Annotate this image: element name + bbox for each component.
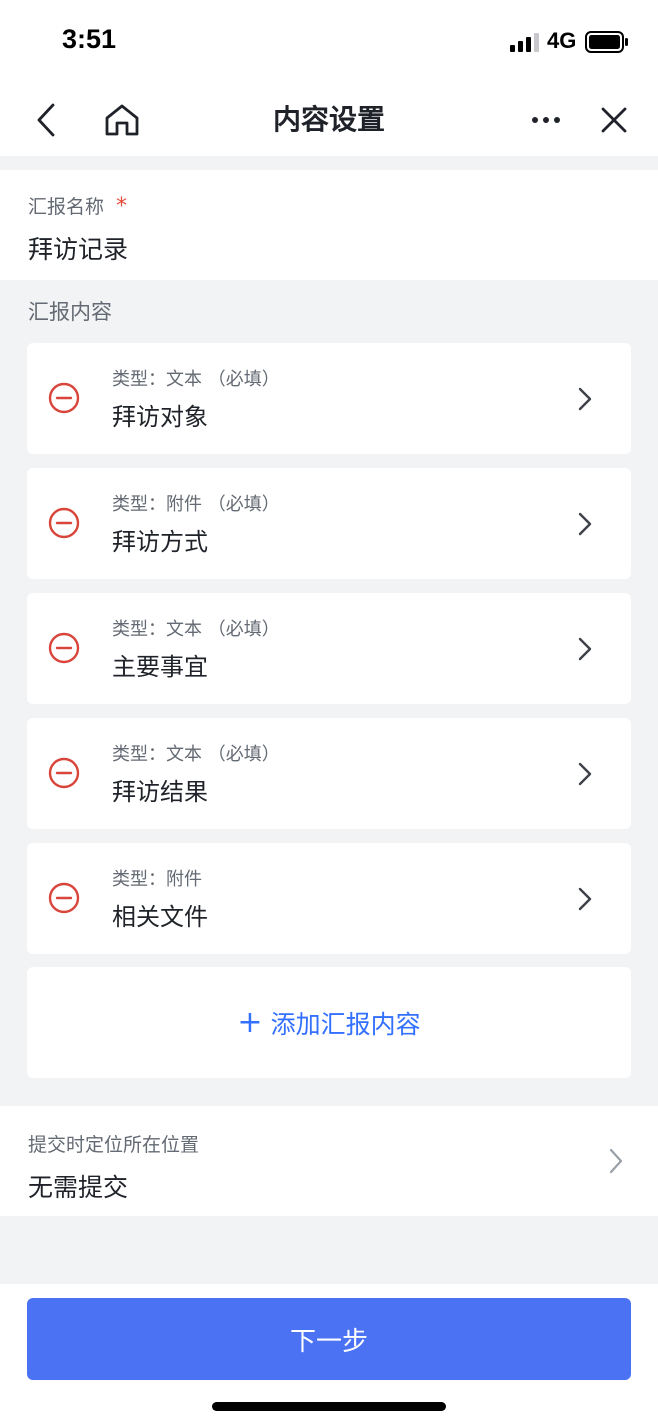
content-item-card[interactable]: 类型：附件 （必填） 拜访方式 bbox=[27, 468, 631, 579]
report-name-field[interactable]: 汇报名称 * 拜访记录 bbox=[0, 170, 658, 280]
content-item-name: 拜访方式 bbox=[112, 528, 208, 556]
add-report-content-button[interactable]: + 添加汇报内容 bbox=[27, 967, 631, 1078]
report-name-label: 汇报名称 bbox=[28, 196, 105, 218]
chevron-right-icon bbox=[578, 387, 592, 411]
remove-circle-icon[interactable] bbox=[47, 631, 81, 665]
location-value: 无需提交 bbox=[28, 1173, 129, 1202]
battery-icon bbox=[585, 31, 628, 53]
home-button[interactable] bbox=[98, 84, 146, 156]
content-item-type: 类型：文本 （必填） bbox=[112, 619, 280, 640]
required-mark: * bbox=[116, 194, 127, 219]
content-item-card[interactable]: 类型：文本 （必填） 拜访结果 bbox=[27, 718, 631, 829]
content-item-name: 拜访对象 bbox=[112, 403, 208, 431]
location-label: 提交时定位所在位置 bbox=[28, 1134, 200, 1156]
signal-bars-icon bbox=[510, 33, 539, 52]
content-item-name: 主要事宜 bbox=[112, 653, 208, 681]
back-button[interactable] bbox=[22, 84, 70, 156]
more-button[interactable] bbox=[522, 84, 570, 156]
home-indicator bbox=[212, 1402, 446, 1411]
chevron-right-icon bbox=[578, 762, 592, 786]
remove-circle-icon[interactable] bbox=[47, 881, 81, 915]
status-time: 3:51 bbox=[62, 24, 117, 54]
network-label: 4G bbox=[547, 28, 577, 53]
home-icon bbox=[105, 104, 139, 136]
content-item-type: 类型：文本 （必填） bbox=[112, 369, 280, 390]
nav-bar: 内容设置 bbox=[0, 84, 658, 156]
remove-circle-icon[interactable] bbox=[47, 381, 81, 415]
chevron-right-icon bbox=[578, 512, 592, 536]
plus-icon: + bbox=[237, 1004, 263, 1040]
content-item-card[interactable]: 类型：文本 （必填） 拜访对象 bbox=[27, 343, 631, 454]
content-item-type: 类型：附件 （必填） bbox=[112, 494, 280, 515]
report-name-value[interactable]: 拜访记录 bbox=[28, 230, 128, 266]
location-setting-row[interactable]: 提交时定位所在位置 无需提交 bbox=[0, 1106, 658, 1216]
content-item-name: 拜访结果 bbox=[112, 778, 208, 806]
report-content-heading: 汇报内容 bbox=[28, 300, 112, 324]
chevron-right-icon bbox=[578, 637, 592, 661]
next-step-button[interactable]: 下一步 bbox=[27, 1298, 631, 1380]
more-dots-icon bbox=[532, 117, 560, 123]
chevron-left-icon bbox=[37, 103, 55, 137]
chevron-right-icon bbox=[609, 1148, 623, 1174]
remove-circle-icon[interactable] bbox=[47, 506, 81, 540]
content-item-card[interactable]: 类型：附件 相关文件 bbox=[27, 843, 631, 954]
content-item-type: 类型：附件 bbox=[112, 869, 202, 890]
add-report-content-label: 添加汇报内容 bbox=[270, 1009, 421, 1039]
content-item-card[interactable]: 类型：文本 （必填） 主要事宜 bbox=[27, 593, 631, 704]
close-icon bbox=[601, 107, 627, 133]
remove-circle-icon[interactable] bbox=[47, 756, 81, 790]
chevron-right-icon bbox=[578, 887, 592, 911]
close-button[interactable] bbox=[590, 84, 638, 156]
status-bar: 3:51 4G bbox=[0, 0, 658, 84]
content-item-type: 类型：文本 （必填） bbox=[112, 744, 280, 765]
content-item-name: 相关文件 bbox=[112, 903, 208, 931]
